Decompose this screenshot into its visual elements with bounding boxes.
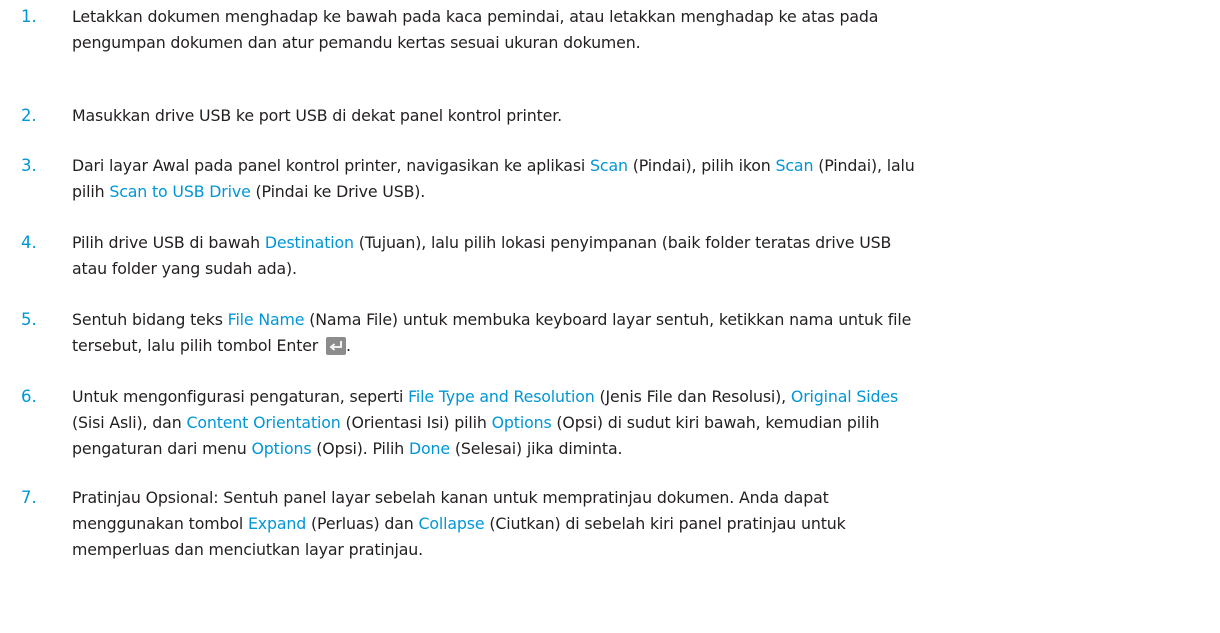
step-text-segment: pengaturan dari menu bbox=[72, 439, 252, 458]
step-text: Dari layar Awal pada panel kontrol print… bbox=[72, 153, 1197, 205]
step-text-segment: pilih bbox=[72, 182, 110, 201]
step-text-line: Sentuh bidang teks File Name (Nama File)… bbox=[72, 307, 1197, 333]
step-text-segment: Letakkan dokumen menghadap ke bawah pada… bbox=[72, 7, 879, 26]
ui-term-link[interactable]: Scan bbox=[590, 156, 628, 175]
step-text-line: Dari layar Awal pada panel kontrol print… bbox=[72, 153, 1197, 179]
step-text-line: (Sisi Asli), dan Content Orientation (Or… bbox=[72, 410, 1197, 436]
step-text-segment: pengumpan dokumen dan atur pemandu kerta… bbox=[72, 33, 641, 52]
ui-term-link[interactable]: Options bbox=[252, 439, 312, 458]
step-number: 5. bbox=[21, 310, 37, 329]
step-text-line: pilih Scan to USB Drive (Pindai ke Drive… bbox=[72, 179, 1197, 205]
step-number: 2. bbox=[21, 106, 37, 125]
step-text-segment: (Tujuan), lalu pilih lokasi penyimpanan … bbox=[353, 233, 892, 252]
step-text-segment: tersebut, lalu pilih tombol Enter bbox=[72, 336, 324, 355]
step-text: Sentuh bidang teks File Name (Nama File)… bbox=[72, 307, 1197, 359]
step-text-line: Pratinjau Opsional: Sentuh panel layar s… bbox=[72, 485, 1197, 511]
step-number: 3. bbox=[21, 156, 37, 175]
step-text: Pilih drive USB di bawah Destination (Tu… bbox=[72, 230, 1197, 282]
step-text-line: atau folder yang sudah ada). bbox=[72, 256, 1197, 282]
step-text-line: Letakkan dokumen menghadap ke bawah pada… bbox=[72, 4, 1197, 30]
ui-term-link[interactable]: Done bbox=[409, 439, 450, 458]
step-text: Pratinjau Opsional: Sentuh panel layar s… bbox=[72, 485, 1197, 563]
step-text-segment: Sentuh bidang teks bbox=[72, 310, 228, 329]
ui-term-link[interactable]: File Type and Resolution bbox=[408, 387, 595, 406]
ui-term-link[interactable]: Options bbox=[492, 413, 552, 432]
step-text-line: Pilih drive USB di bawah Destination (Tu… bbox=[72, 230, 1197, 256]
step-text-segment: Untuk mengonfigurasi pengaturan, seperti bbox=[72, 387, 409, 406]
step-text-segment: Pilih drive USB di bawah bbox=[72, 233, 265, 252]
ui-term-link[interactable]: Destination bbox=[265, 233, 354, 252]
step-text-segment: (Pindai), pilih ikon bbox=[627, 156, 776, 175]
step-text-segment: (Pindai), lalu bbox=[813, 156, 915, 175]
ui-term-link[interactable]: Scan bbox=[776, 156, 814, 175]
step-text-line: tersebut, lalu pilih tombol Enter . bbox=[72, 333, 1197, 359]
step-text-segment: (Orientasi Isi) pilih bbox=[340, 413, 492, 432]
step-text: Masukkan drive USB ke port USB di dekat … bbox=[72, 103, 1197, 129]
step-text-segment: (Perluas) dan bbox=[306, 514, 419, 533]
step-text-segment: (Nama File) untuk membuka keyboard layar… bbox=[304, 310, 912, 329]
enter-key-icon bbox=[326, 337, 347, 355]
step-text-line: menggunakan tombol Expand (Perluas) dan … bbox=[72, 511, 1197, 537]
step-text: Letakkan dokumen menghadap ke bawah pada… bbox=[72, 4, 1197, 56]
ui-term-link[interactable]: Original Sides bbox=[791, 387, 898, 406]
step-text-line: memperluas dan menciutkan layar pratinja… bbox=[72, 537, 1197, 563]
step-text-segment: Pratinjau Opsional: Sentuh panel layar s… bbox=[72, 488, 829, 507]
instruction-steps: 1. Letakkan dokumen menghadap ke bawah pa… bbox=[0, 0, 1220, 633]
step-text-segment: menggunakan tombol bbox=[72, 514, 248, 533]
ui-term-link[interactable]: File Name bbox=[228, 310, 305, 329]
step-text-segment: . bbox=[346, 336, 351, 355]
step-text-segment: (Opsi). Pilih bbox=[311, 439, 410, 458]
step-text-segment: (Opsi) di sudut kiri bawah, kemudian pil… bbox=[551, 413, 880, 432]
step-text-segment: (Sisi Asli), dan bbox=[72, 413, 187, 432]
ui-term-link[interactable]: Expand bbox=[248, 514, 306, 533]
step-text-line: pengaturan dari menu Options (Opsi). Pil… bbox=[72, 436, 1197, 462]
ui-term-link[interactable]: Content Orientation bbox=[186, 413, 340, 432]
step-text-segment: Dari layar Awal pada panel kontrol print… bbox=[72, 156, 591, 175]
step-number: 4. bbox=[21, 233, 37, 252]
step-text-segment: atau folder yang sudah ada). bbox=[72, 259, 297, 278]
ui-term-link[interactable]: Scan to USB Drive bbox=[109, 182, 250, 201]
step-text-segment: Masukkan drive USB ke port USB di dekat … bbox=[72, 106, 562, 125]
step-text-line: Untuk mengonfigurasi pengaturan, seperti… bbox=[72, 384, 1197, 410]
step-text-segment: (Ciutkan) di sebelah kiri panel pratinja… bbox=[484, 514, 846, 533]
step-number: 6. bbox=[21, 387, 37, 406]
step-number: 1. bbox=[21, 7, 37, 26]
step-text: Untuk mengonfigurasi pengaturan, seperti… bbox=[72, 384, 1197, 462]
step-text-line: Masukkan drive USB ke port USB di dekat … bbox=[72, 103, 1197, 129]
step-text-line: pengumpan dokumen dan atur pemandu kerta… bbox=[72, 30, 1197, 56]
ui-term-link[interactable]: Collapse bbox=[419, 514, 485, 533]
step-number: 7. bbox=[21, 488, 37, 507]
step-text-segment: (Selesai) jika diminta. bbox=[449, 439, 623, 458]
step-text-segment: (Jenis File dan Resolusi), bbox=[594, 387, 791, 406]
step-text-segment: memperluas dan menciutkan layar pratinja… bbox=[72, 540, 424, 559]
step-text-segment: (Pindai ke Drive USB). bbox=[250, 182, 426, 201]
